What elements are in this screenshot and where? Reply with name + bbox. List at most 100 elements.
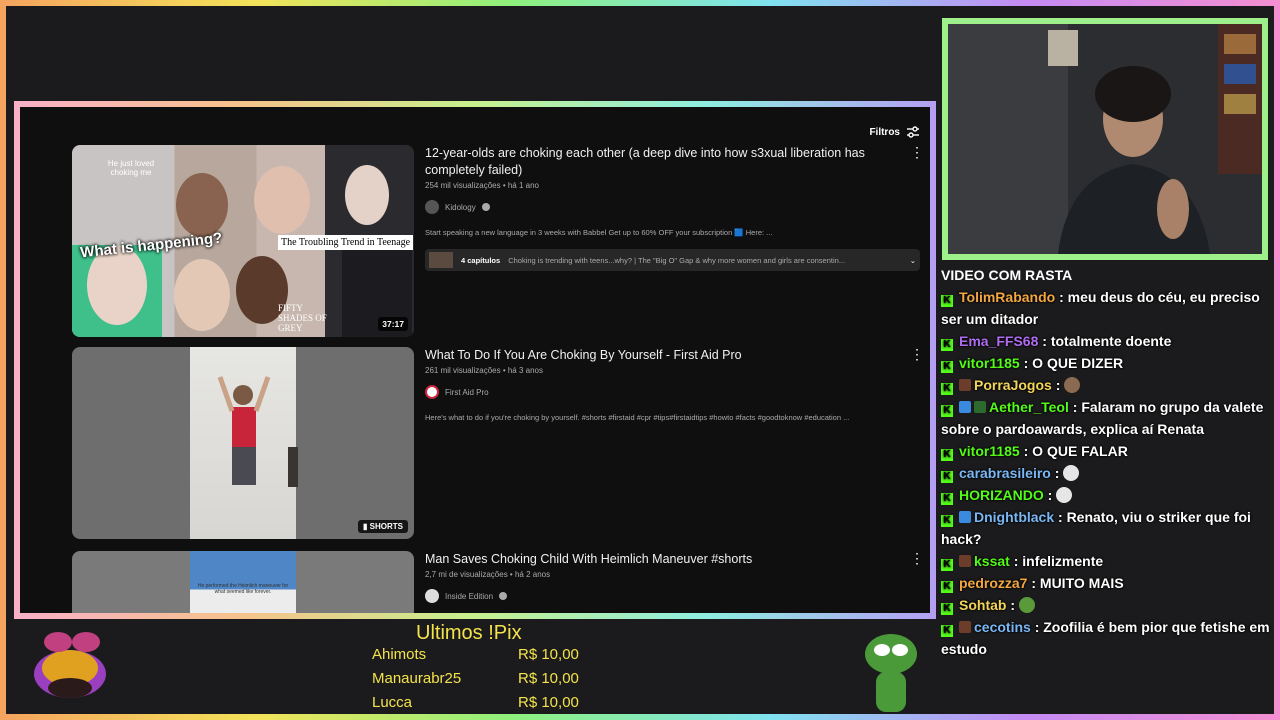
channel-row[interactable]: Kidology xyxy=(425,200,930,214)
filters-label: Filtros xyxy=(869,126,900,138)
chat-username[interactable]: cecotins xyxy=(974,619,1031,635)
chevron-down-icon[interactable]: ⌄ xyxy=(910,256,916,265)
chat-message: Kcarabrasileiro : xyxy=(941,462,1275,484)
video-info: Man Saves Choking Child With Heimlich Ma… xyxy=(425,551,930,603)
vip-badge-icon xyxy=(959,511,971,523)
pix-name: Ahimots xyxy=(372,646,427,663)
chapters-bar[interactable]: 4 capítulos Choking is trending with tee… xyxy=(425,249,920,271)
thumb-caption: He performed the Heimlich maneuver for w… xyxy=(197,583,289,595)
kick-icon: K xyxy=(941,449,953,461)
chat-message: K Aether_Teol : Falaram no grupo da valet… xyxy=(941,396,1275,440)
video-description: Start speaking a new language in 3 weeks… xyxy=(425,228,773,237)
more-options-icon[interactable]: ⋮ xyxy=(910,551,924,565)
more-options-icon[interactable]: ⋮ xyxy=(910,145,924,159)
chat-username[interactable]: Ema_FFS68 xyxy=(959,333,1038,349)
duration-badge: 37:17 xyxy=(378,317,408,331)
video-title[interactable]: Man Saves Choking Child With Heimlich Ma… xyxy=(425,551,930,568)
chat-username[interactable]: TolimRabando xyxy=(959,289,1055,305)
cube-badge-icon xyxy=(959,401,971,413)
kick-icon: K xyxy=(941,471,953,483)
chat-text: : MUITO MAIS xyxy=(1031,575,1124,591)
sliders-icon xyxy=(907,126,919,138)
video-result[interactable]: He just loved choking me What is happeni… xyxy=(72,145,930,337)
chat-text: : xyxy=(1055,377,1061,393)
chat-message: Kkssat : infelizmente xyxy=(941,550,1275,572)
channel-row[interactable]: First Aid Pro xyxy=(425,385,930,399)
chat-username[interactable]: carabrasileiro xyxy=(959,465,1051,481)
pix-value: R$ 10,00 xyxy=(518,670,579,687)
chat-username[interactable]: vitor1185 xyxy=(959,443,1020,459)
channel-row[interactable]: Inside Edition xyxy=(425,589,930,603)
channel-name[interactable]: Inside Edition xyxy=(445,592,493,601)
chat-text: : xyxy=(1010,597,1016,613)
chat-message: K Sohtab : xyxy=(941,594,1275,616)
sub-badge-icon xyxy=(959,379,971,391)
chat-username[interactable]: Dnightblack xyxy=(974,509,1054,525)
video-description: Here's what to do if you're choking by y… xyxy=(425,413,850,422)
chat-username[interactable]: Sohtab xyxy=(959,597,1006,613)
video-meta: 254 mil visualizações • há 1 ano xyxy=(425,181,539,190)
pix-value: R$ 10,00 xyxy=(518,694,579,711)
thumbnail-art xyxy=(217,376,298,487)
rainbow-pepe-icon xyxy=(34,632,106,698)
kick-icon: K xyxy=(941,581,953,593)
video-meta: 261 mil visualizações • há 3 anos xyxy=(425,366,543,375)
pix-name: Lucca xyxy=(372,694,413,711)
more-options-icon[interactable]: ⋮ xyxy=(910,347,924,361)
moderator-badge-icon xyxy=(974,401,986,413)
verified-icon xyxy=(499,592,508,600)
video-info: What To Do If You Are Choking By Yoursel… xyxy=(425,347,930,422)
pix-title: Ultimos !Pix xyxy=(416,622,522,644)
chat-message: K PorraJogos : xyxy=(941,374,1275,396)
thumb-text-fifty: FIFTY SHADES OF GREY xyxy=(278,303,327,333)
kick-icon: K xyxy=(941,339,953,351)
channel-name[interactable]: First Aid Pro xyxy=(445,388,489,397)
kick-icon: K xyxy=(941,361,953,373)
video-result[interactable]: ▮ SHORTS What To Do If You Are Choking B… xyxy=(72,347,930,539)
video-thumbnail[interactable]: He performed the Heimlich maneuver for w… xyxy=(72,551,414,613)
chat-message: Kpedrozza7 : MUITO MAIS xyxy=(941,572,1275,594)
video-title[interactable]: 12-year-olds are choking each other (a d… xyxy=(425,145,930,179)
chat-panel: VIDEO COM RASTA K TolimRabando : meu deus… xyxy=(941,264,1275,714)
filters-button[interactable]: Filtros xyxy=(869,125,920,139)
video-thumbnail[interactable]: ▮ SHORTS xyxy=(72,347,414,539)
chat-message: K Ema_FFS68 : totalmente doente xyxy=(941,330,1275,352)
chat-username[interactable]: Aether_Teol xyxy=(989,399,1069,415)
channel-name[interactable]: Kidology xyxy=(445,203,476,212)
kick-icon: K xyxy=(941,405,953,417)
youtube-results: Filtros He just loved choking me What is… xyxy=(20,107,930,613)
channel-avatar[interactable] xyxy=(425,200,439,214)
chat-username[interactable]: PorraJogos xyxy=(974,377,1052,393)
sub-badge-icon xyxy=(959,621,971,633)
kick-icon: K xyxy=(941,493,953,505)
chat-text: : infelizmente xyxy=(1013,553,1104,569)
chat-text: : O QUE FALAR xyxy=(1023,443,1128,459)
chat-message: K HORIZANDO : xyxy=(941,484,1275,506)
kick-icon: K xyxy=(941,603,953,615)
channel-avatar[interactable] xyxy=(425,589,439,603)
chapter-thumbnail xyxy=(429,252,453,268)
video-info: 12-year-olds are choking each other (a d… xyxy=(425,145,930,271)
chat-username[interactable]: pedrozza7 xyxy=(959,575,1027,591)
frog-emote-icon xyxy=(1018,597,1035,613)
webcam-scene xyxy=(948,24,1262,254)
channel-avatar[interactable] xyxy=(425,385,439,399)
video-title[interactable]: What To Do If You Are Choking By Yoursel… xyxy=(425,347,930,364)
chat-message: K Dnightblack : Renato, viu o striker que… xyxy=(941,506,1275,550)
thumb-text-trend: The Troubling Trend in Teenage xyxy=(278,235,414,250)
kick-icon: K xyxy=(941,383,953,395)
chat-username[interactable]: kssat xyxy=(974,553,1010,569)
face-emote-icon xyxy=(1064,377,1081,393)
skull-emote-icon xyxy=(1063,465,1080,481)
video-meta: 2,7 mi de visualizações • há 2 anos xyxy=(425,570,551,579)
video-thumbnail[interactable]: He just loved choking me What is happeni… xyxy=(72,145,414,337)
chat-text: : totalmente doente xyxy=(1042,333,1172,349)
chapters-text: Choking is trending with teens...why? | … xyxy=(508,255,846,265)
video-result[interactable]: He performed the Heimlich maneuver for w… xyxy=(72,551,930,613)
kick-icon: K xyxy=(941,625,953,637)
chat-username[interactable]: HORIZANDO xyxy=(959,487,1044,503)
shorts-badge: ▮ SHORTS xyxy=(358,520,408,533)
chat-message: Kcecotins : Zoofilia é bem pior que feti… xyxy=(941,616,1275,660)
chat-username[interactable]: vitor1185 xyxy=(959,355,1020,371)
sub-badge-icon xyxy=(959,555,971,567)
